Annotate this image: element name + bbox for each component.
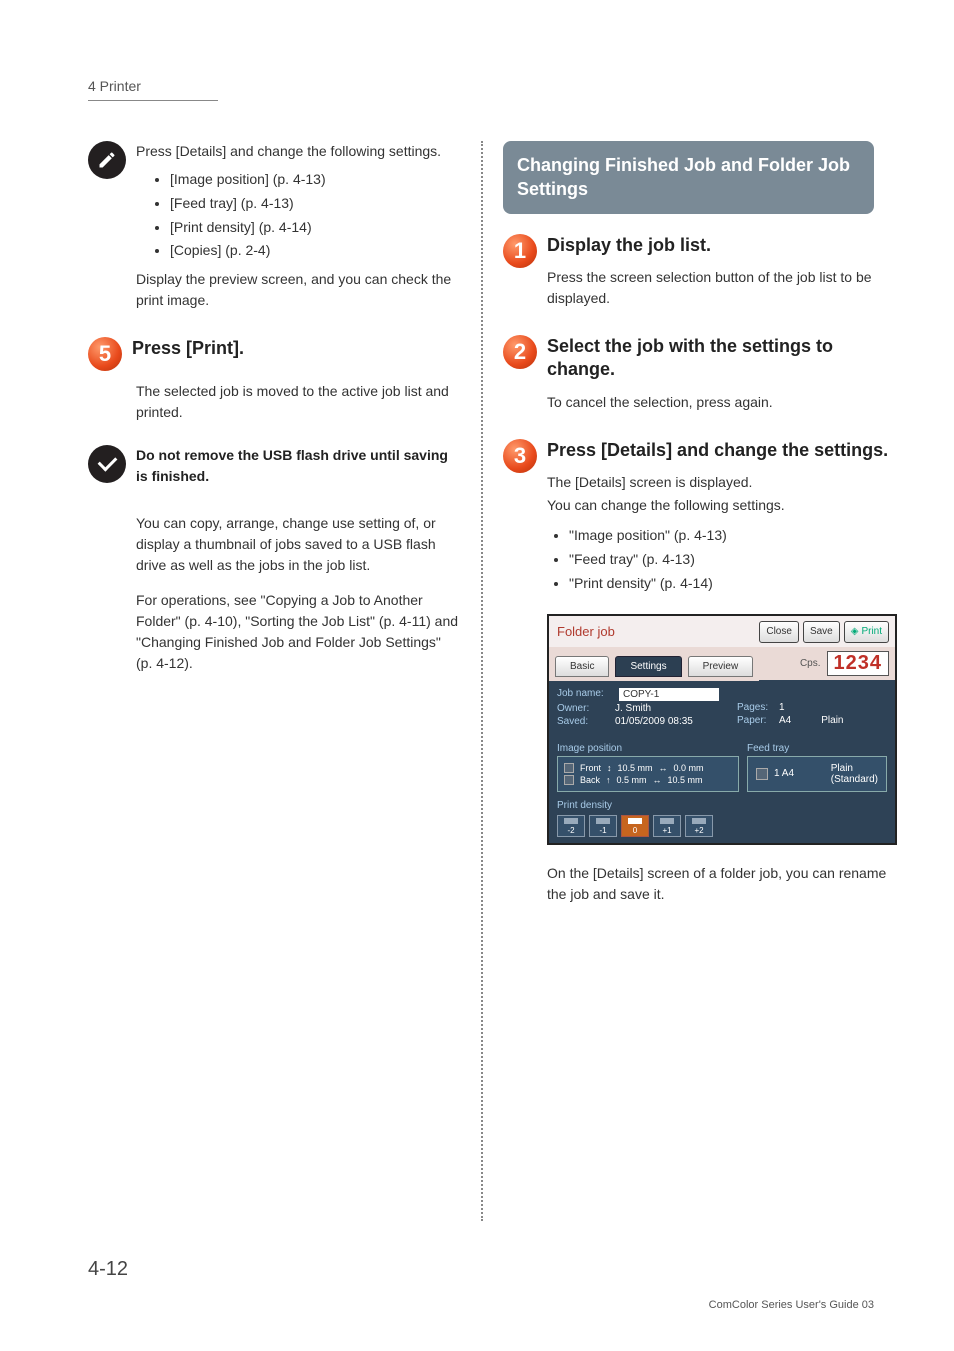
image-position-panel[interactable]: Front↕10.5 mm↔0.0 mm Back↑0.5 mm↔10.5 mm <box>557 756 739 792</box>
screenshot-caption: On the [Details] screen of a folder job,… <box>547 863 897 905</box>
header-chapter: 4 Printer <box>88 78 218 101</box>
step-5-title: Press [Print]. <box>132 337 461 360</box>
v-paper: A4 <box>779 715 791 726</box>
step-5-para: The selected job is moved to the active … <box>136 381 461 423</box>
density-n1[interactable]: -1 <box>589 815 617 837</box>
step-badge-1: 1 <box>503 234 537 268</box>
details-screenshot: Folder job Close Save ◈Print Basic Setti… <box>547 614 897 845</box>
footer-text: ComColor Series User's Guide 03 <box>709 1299 874 1311</box>
tip-para: Display the preview screen, and you can … <box>136 269 461 311</box>
step-3-list: "Image position" (p. 4-13) "Feed tray" (… <box>569 524 897 595</box>
tip-list: [Image position] (p. 4-13) [Feed tray] (… <box>170 168 461 263</box>
step-3-title: Press [Details] and change the settings. <box>547 439 897 462</box>
feed-tray-value: 1 A4 <box>774 768 794 779</box>
tray-icon <box>756 768 768 780</box>
left-para-2: You can copy, arrange, change use settin… <box>136 513 461 576</box>
warning-text: Do not remove the USB flash drive until … <box>136 445 461 487</box>
tip-item: [Image position] (p. 4-13) <box>170 168 461 192</box>
page-icon <box>564 775 574 785</box>
scr-print-button[interactable]: ◈Print <box>844 621 889 643</box>
warning-icon <box>88 445 126 483</box>
scr-save-button[interactable]: Save <box>803 621 840 643</box>
density-p1[interactable]: +1 <box>653 815 681 837</box>
k-saved: Saved: <box>557 716 615 727</box>
tip-intro: Press [Details] and change the following… <box>136 141 461 162</box>
page-number: 4-12 <box>88 1258 128 1281</box>
step-3-item: "Print density" (p. 4-14) <box>569 572 897 596</box>
density-0[interactable]: 0 <box>621 815 649 837</box>
density-n2[interactable]: -2 <box>557 815 585 837</box>
tab-basic[interactable]: Basic <box>555 656 609 677</box>
density-p2[interactable]: +2 <box>685 815 713 837</box>
tip-item: [Copies] (p. 2-4) <box>170 239 461 263</box>
step-badge-5: 5 <box>88 337 122 371</box>
v-pages: 1 <box>779 702 785 713</box>
left-para-3: For operations, see "Copying a Job to An… <box>136 590 461 674</box>
v-saved: 01/05/2009 08:35 <box>615 716 693 727</box>
tip-item: [Print density] (p. 4-14) <box>170 216 461 240</box>
step-1-para: Press the screen selection button of the… <box>547 267 874 309</box>
step-3-para2: You can change the following settings. <box>547 495 897 516</box>
jobname-field[interactable]: COPY-1 <box>619 688 719 701</box>
v-paper-type: Plain <box>821 715 843 726</box>
step-1-title: Display the job list. <box>547 234 874 257</box>
step-2-title: Select the job with the settings to chan… <box>547 335 874 382</box>
tab-settings[interactable]: Settings <box>615 656 681 677</box>
section-title: Changing Finished Job and Folder Job Set… <box>503 141 874 214</box>
scr-close-button[interactable]: Close <box>759 621 799 643</box>
step-badge-2: 2 <box>503 335 537 369</box>
tip-item: [Feed tray] (p. 4-13) <box>170 192 461 216</box>
cps-value: 1234 <box>827 651 890 676</box>
k-owner: Owner: <box>557 703 615 714</box>
feed-plain: Plain <box>831 763 878 774</box>
density-label: Print density <box>557 800 887 811</box>
page-icon <box>564 763 574 773</box>
step-3-item: "Feed tray" (p. 4-13) <box>569 548 897 572</box>
step-3-para1: The [Details] screen is displayed. <box>547 472 897 493</box>
step-3-item: "Image position" (p. 4-13) <box>569 524 897 548</box>
cps-label: Cps. <box>800 658 821 669</box>
k-paper: Paper: <box>737 715 779 726</box>
v-owner: J. Smith <box>615 703 651 714</box>
feed-tray-label: Feed tray <box>747 743 887 754</box>
feed-standard: (Standard) <box>831 774 878 785</box>
tab-preview[interactable]: Preview <box>688 656 754 677</box>
k-jobname: Job name: <box>557 688 615 701</box>
k-pages: Pages: <box>737 702 779 713</box>
img-pos-label: Image position <box>557 743 739 754</box>
step-badge-3: 3 <box>503 439 537 473</box>
feed-tray-panel[interactable]: 1 A4 Plain (Standard) <box>747 756 887 792</box>
note-icon <box>88 141 126 179</box>
step-2-para: To cancel the selection, press again. <box>547 392 874 413</box>
scr-window-title: Folder job <box>557 624 615 639</box>
